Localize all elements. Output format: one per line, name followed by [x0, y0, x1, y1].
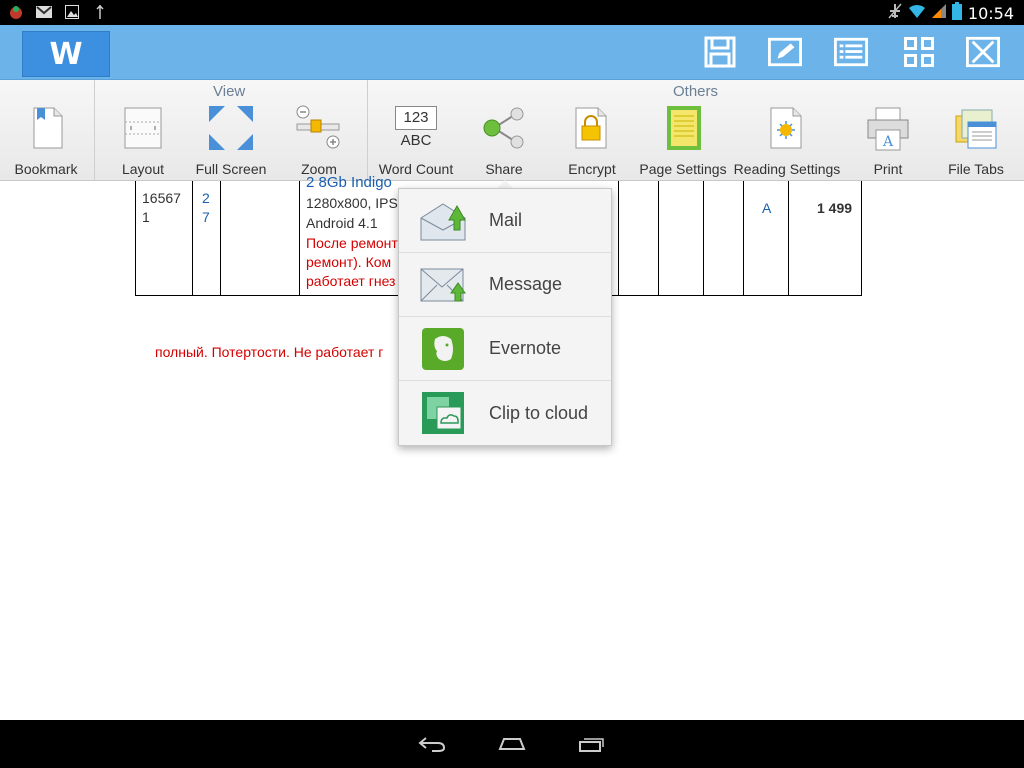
- product-note-1: После ремонт: [306, 235, 398, 251]
- edit-icon: [768, 37, 802, 67]
- share-message-label: Message: [489, 274, 563, 294]
- share-evernote-label: Evernote: [489, 338, 562, 358]
- usb-debug-icon: [92, 4, 108, 20]
- share-menu: Mail Message Evernote Clip to cloud: [398, 188, 612, 446]
- table-column-divider: [743, 181, 744, 295]
- layout-icon: [124, 107, 162, 149]
- page-settings-button[interactable]: Page Settings: [633, 102, 733, 180]
- wifi-icon: [908, 3, 926, 24]
- zoom-icon: [296, 105, 340, 149]
- table-column-divider: [299, 181, 300, 295]
- share-message-item[interactable]: Message: [399, 253, 611, 317]
- status-bar: 10:54: [0, 0, 1024, 25]
- close-button[interactable]: [966, 35, 1000, 69]
- gmail-icon: [36, 4, 52, 20]
- app-titlebar: W: [0, 25, 1024, 80]
- back-button[interactable]: [408, 728, 456, 760]
- app-notification-icon: [8, 4, 24, 20]
- wordcount-icon-bottom: ABC: [400, 132, 432, 149]
- app-logo-button[interactable]: W: [22, 31, 110, 77]
- close-icon: [966, 36, 1000, 68]
- system-nav-bar: [0, 720, 1024, 768]
- recent-apps-button[interactable]: [568, 728, 616, 760]
- product-spec-2: Android 4.1: [306, 215, 378, 231]
- ribbon-toolbar: View Others Bookmark Layout Full Screen: [0, 80, 1024, 181]
- share-icon: [483, 107, 524, 149]
- battery-icon: [951, 2, 962, 25]
- table-column-divider: [618, 181, 619, 295]
- qty-line2: 7: [202, 209, 210, 225]
- encrypt-icon: [575, 107, 607, 149]
- wordcount-icon: 123 ABC: [392, 106, 440, 154]
- edit-button[interactable]: [768, 35, 802, 69]
- share-mail-item[interactable]: Mail: [399, 189, 611, 253]
- home-button[interactable]: [488, 728, 536, 760]
- share-evernote-item[interactable]: Evernote: [399, 317, 611, 381]
- status-icons-right: 10:54: [888, 2, 1014, 25]
- product-note-2: ремонт). Ком: [306, 254, 392, 270]
- gallery-icon: [64, 4, 80, 20]
- bookmark-button[interactable]: Bookmark: [0, 102, 96, 180]
- clip-to-cloud-icon: [419, 389, 467, 437]
- bookmark-icon: [33, 107, 63, 149]
- page-settings-icon: [667, 106, 701, 150]
- code-line2: 1: [142, 209, 150, 225]
- table-column-divider: [703, 181, 704, 295]
- code-line1: 16567: [142, 190, 181, 206]
- save-button[interactable]: [703, 35, 737, 69]
- fullscreen-icon: [209, 106, 253, 150]
- group-label-view: View: [213, 83, 246, 100]
- reading-settings-button[interactable]: Reading Settings: [734, 102, 840, 180]
- document-note: полный. Потертости. Не работает г: [155, 344, 384, 360]
- grid-icon: [904, 37, 934, 67]
- group-label-others: Others: [673, 83, 719, 100]
- reading-settings-icon: [770, 107, 802, 149]
- page-settings-label: Page Settings: [639, 161, 727, 177]
- print-icon: A: [867, 107, 909, 151]
- message-icon: [419, 261, 467, 309]
- recent-apps-icon: [579, 738, 604, 752]
- file-tabs-label: File Tabs: [948, 161, 1004, 177]
- zoom-button[interactable]: Zoom: [269, 102, 369, 180]
- file-tabs-icon: [955, 109, 997, 149]
- file-tabs-button[interactable]: File Tabs: [926, 102, 1024, 180]
- evernote-icon: [419, 325, 467, 373]
- save-icon: [704, 36, 736, 68]
- airplane-off-icon: [888, 3, 902, 24]
- product-note-3: работает гнез: [306, 273, 396, 289]
- signal-icon: [931, 3, 946, 24]
- home-icon: [498, 738, 526, 750]
- grade-cell: A: [762, 200, 772, 216]
- table-column-divider: [788, 181, 789, 295]
- share-mail-label: Mail: [489, 210, 523, 230]
- table-column-divider: [658, 181, 659, 295]
- app-logo-letter: W: [49, 36, 83, 72]
- table-column-divider: [192, 181, 193, 295]
- back-icon: [418, 737, 446, 752]
- wordcount-icon-top: 123: [395, 106, 437, 130]
- svg-text:A: A: [882, 134, 894, 150]
- clock: 10:54: [967, 4, 1014, 23]
- grid-view-button[interactable]: [902, 35, 936, 69]
- product-spec-1: 1280x800, IPS: [306, 195, 398, 211]
- price-cell: 1 499: [817, 200, 853, 216]
- status-icons-left: [8, 4, 108, 20]
- share-clip-to-cloud-label: Clip to cloud: [489, 402, 589, 423]
- mail-icon: [419, 197, 467, 245]
- qty-line1: 2: [202, 190, 210, 206]
- list-icon: [834, 37, 868, 67]
- product-title: 2 8Gb Indigo: [306, 174, 392, 191]
- share-clip-to-cloud-item[interactable]: Clip to cloud: [399, 381, 611, 445]
- table-column-divider: [220, 181, 221, 295]
- list-view-button[interactable]: [834, 35, 868, 69]
